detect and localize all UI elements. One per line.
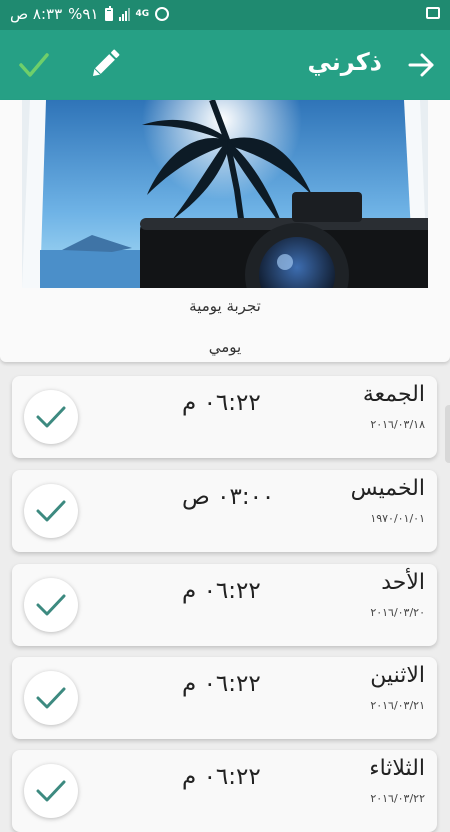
habit-frequency: يومي bbox=[208, 338, 242, 356]
network-4g-icon: 4G bbox=[135, 8, 150, 19]
battery-icon bbox=[104, 5, 113, 21]
battery-percent: %٩١ bbox=[68, 5, 99, 23]
habit-name: تجربة يومية bbox=[189, 297, 261, 315]
signal-icon bbox=[118, 7, 130, 21]
reminder-time: ٠٦:٢٢ م bbox=[182, 671, 261, 697]
back-arrow-icon[interactable] bbox=[408, 52, 434, 78]
check-button[interactable] bbox=[24, 578, 78, 632]
check-button[interactable] bbox=[24, 484, 78, 538]
app-bar: ذكرني bbox=[0, 30, 450, 100]
day-name: الجمعة bbox=[362, 382, 425, 407]
status-right bbox=[426, 5, 440, 23]
check-button[interactable] bbox=[24, 390, 78, 444]
day-name: الأحد bbox=[381, 570, 425, 595]
alarm-icon bbox=[155, 7, 170, 21]
day-date: ٢٠١٦/٠٣/٢٢ bbox=[370, 792, 425, 805]
day-date: ٢٠١٦/٠٣/٢٠ bbox=[370, 606, 425, 619]
status-time: ٨:٣٣ ص bbox=[10, 5, 63, 23]
scroll-handle[interactable] bbox=[445, 405, 450, 463]
check-icon bbox=[36, 406, 66, 428]
check-icon[interactable] bbox=[18, 50, 50, 80]
day-date: ٢٠١٦/٠٣/١٨ bbox=[370, 418, 425, 431]
check-icon bbox=[36, 594, 66, 616]
reminder-time: ٠٦:٢٢ م bbox=[182, 578, 261, 604]
habit-header-card: تجربة يومية يومي bbox=[0, 100, 450, 362]
day-name: الثلاثاء bbox=[369, 756, 425, 781]
status-bar: ٨:٣٣ ص %٩١ 4G bbox=[0, 0, 450, 30]
status-left: ٨:٣٣ ص %٩١ 4G bbox=[10, 5, 170, 23]
day-card[interactable]: ٠٦:٢٢ م الجمعة ٢٠١٦/٠٣/١٨ bbox=[12, 376, 437, 458]
check-icon bbox=[36, 780, 66, 802]
pencil-icon[interactable] bbox=[88, 47, 122, 81]
day-date: ٢٠١٦/٠٣/٢١ bbox=[370, 699, 425, 712]
day-card[interactable]: ٠٦:٢٢ م الأحد ٢٠١٦/٠٣/٢٠ bbox=[12, 564, 437, 646]
check-button[interactable] bbox=[24, 671, 78, 725]
day-name: الاثنين bbox=[370, 663, 425, 688]
day-date: ١٩٧٠/٠١/٠١ bbox=[370, 512, 425, 525]
habit-image bbox=[22, 100, 428, 288]
check-icon bbox=[36, 687, 66, 709]
reminder-time: ٠٣:٠٠ ص bbox=[182, 484, 275, 510]
page-title: ذكرني bbox=[307, 48, 383, 76]
day-name: الخميس bbox=[350, 476, 425, 501]
check-button[interactable] bbox=[24, 764, 78, 818]
image-icon bbox=[426, 7, 440, 19]
day-card[interactable]: ٠٦:٢٢ م الاثنين ٢٠١٦/٠٣/٢١ bbox=[12, 657, 437, 739]
day-card[interactable]: ٠٦:٢٢ م الثلاثاء ٢٠١٦/٠٣/٢٢ bbox=[12, 750, 437, 832]
reminder-time: ٠٦:٢٢ م bbox=[182, 390, 261, 416]
check-icon bbox=[36, 500, 66, 522]
day-card[interactable]: ٠٣:٠٠ ص الخميس ١٩٧٠/٠١/٠١ bbox=[12, 470, 437, 552]
reminder-time: ٠٦:٢٢ م bbox=[182, 764, 261, 790]
